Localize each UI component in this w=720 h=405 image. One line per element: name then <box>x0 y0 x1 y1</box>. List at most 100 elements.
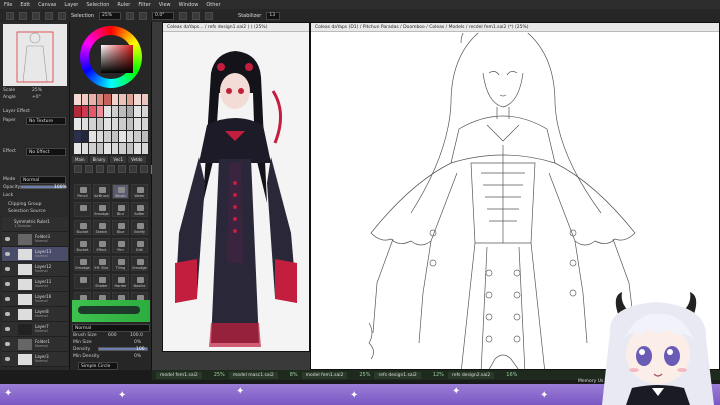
select-tool-icon[interactable] <box>74 165 82 173</box>
undo-button[interactable] <box>6 11 14 20</box>
tool-cell[interactable]: Blue <box>112 220 129 235</box>
tab-document[interactable]: model fem1.sai2 <box>301 371 348 379</box>
swatch-palette[interactable] <box>74 94 148 154</box>
clipping-group-checkbox[interactable]: Clipping Group <box>8 202 41 207</box>
redo-button[interactable] <box>19 11 27 20</box>
menu-view[interactable]: View <box>159 2 171 8</box>
eye-icon[interactable] <box>5 267 10 271</box>
tab-vec1[interactable]: Vec1 <box>110 156 127 163</box>
tool-cell[interactable]: Eddify <box>131 220 148 235</box>
tool-cell[interactable]: Smudge <box>74 256 91 271</box>
move-tool-icon[interactable] <box>107 165 115 173</box>
eye-icon[interactable] <box>5 252 10 256</box>
eye-icon[interactable] <box>5 237 10 241</box>
tool-cell[interactable]: Blur <box>112 202 129 217</box>
tool-cell[interactable]: Water <box>131 184 148 199</box>
menu-window[interactable]: Window <box>179 2 199 8</box>
tool-cell[interactable]: Nasihe <box>131 274 148 289</box>
zoom-in-button[interactable] <box>139 11 148 20</box>
flip-button[interactable] <box>205 11 214 20</box>
tab-document[interactable]: model fem1.sai2 <box>156 371 202 379</box>
zoom-field[interactable]: 25% <box>99 11 122 20</box>
tab-document[interactable]: model masc1.sai2 <box>228 371 278 379</box>
tool-cell[interactable]: Pen <box>112 238 129 253</box>
layer-row[interactable]: Symmetric Ruler1 1 Division <box>2 217 68 232</box>
magic-wand-icon[interactable] <box>96 165 104 173</box>
zoom-tool-icon[interactable] <box>118 165 126 173</box>
tab-document[interactable]: refs design2.sai2 <box>447 371 495 379</box>
layer-row[interactable]: Layer16 Normal <box>2 292 68 307</box>
menu-edit[interactable]: Edit <box>20 2 30 8</box>
paper-select[interactable]: No Texture <box>26 117 66 125</box>
brush-mode-select[interactable]: Normal <box>72 324 150 332</box>
tool-cell[interactable]: Brush <box>112 184 129 199</box>
show-selection-button[interactable] <box>58 11 66 20</box>
effect-select[interactable]: No Effect <box>26 148 66 156</box>
deselect-button[interactable] <box>32 11 40 20</box>
tool-cell[interactable]: Bucket <box>74 238 91 253</box>
tool-cell[interactable]: AirBrush <box>93 184 110 199</box>
tool-cell[interactable] <box>74 202 91 217</box>
zoom-out-button[interactable] <box>126 11 135 20</box>
invert-selection-button[interactable] <box>45 11 53 20</box>
layer-row[interactable]: Layer7 Normal <box>2 322 68 337</box>
selection-source-checkbox[interactable]: Selection Source <box>8 209 46 214</box>
eye-icon[interactable] <box>5 297 10 301</box>
menu-filter[interactable]: Filter <box>138 2 150 8</box>
tool-cell[interactable]: Tiling <box>112 256 129 271</box>
layer-mode: 1 Division <box>14 224 32 228</box>
tool-cell[interactable]: Smudge <box>131 256 148 271</box>
layer-row[interactable]: Folder3 Normal <box>2 232 68 247</box>
brush-shape-select[interactable]: Simple Circle <box>78 362 118 370</box>
layer-row[interactable]: Layer12 Normal <box>2 262 68 277</box>
hand-tool-icon[interactable] <box>140 165 148 173</box>
tool-cell[interactable]: Edit <box>131 238 148 253</box>
tab-vetdo[interactable]: Vetdo <box>128 156 146 163</box>
tool-cell[interactable]: Softer <box>131 202 148 217</box>
tool-cell[interactable]: Effect <box>93 238 110 253</box>
menu-layer[interactable]: Layer <box>64 2 78 8</box>
rotate-tool-icon[interactable] <box>129 165 137 173</box>
menu-canvas[interactable]: Canvas <box>38 2 56 8</box>
eye-icon[interactable] <box>5 282 10 286</box>
canvas-window-reference[interactable]: Coleas daYaps... / refs design1.sai2 ( )… <box>162 22 310 352</box>
layer-row[interactable]: Layer13 Normal <box>2 247 68 262</box>
menu-other[interactable]: Other <box>206 2 220 8</box>
tab-binary[interactable]: Binary <box>89 156 109 163</box>
navigator-preview[interactable] <box>3 24 67 86</box>
layer-row[interactable]: Layer3 Normal <box>2 352 68 367</box>
eye-icon[interactable] <box>5 342 10 346</box>
tool-cell[interactable]: Shader <box>93 274 110 289</box>
density-value: 100 <box>136 347 145 352</box>
layer-row[interactable]: Layer8 Normal <box>2 307 68 322</box>
menu-selection[interactable]: Selection <box>86 2 109 8</box>
tool-cell[interactable] <box>74 274 91 289</box>
tool-cell[interactable]: Bucket <box>74 220 91 235</box>
tool-cell[interactable]: Pencil <box>74 184 91 199</box>
lasso-tool-icon[interactable] <box>85 165 93 173</box>
layer-row[interactable]: Layer11 Normal <box>2 277 68 292</box>
menu-ruler[interactable]: Ruler <box>117 2 130 8</box>
eye-icon[interactable] <box>5 327 10 331</box>
color-wheel[interactable] <box>80 26 142 88</box>
saturation-value-square[interactable] <box>101 45 133 73</box>
tool-cell[interactable]: Eff. Blur <box>93 256 110 271</box>
layer-row[interactable]: Folder1 Normal <box>2 337 68 352</box>
eye-icon[interactable] <box>5 357 10 361</box>
blend-mode-select[interactable]: Normal <box>20 176 66 184</box>
min-density-value: 0% <box>134 354 142 359</box>
rotate-right-button[interactable] <box>192 11 201 20</box>
rotate-left-button[interactable] <box>179 11 188 20</box>
rotation-field[interactable]: 0.0° <box>152 11 175 20</box>
tool-cell[interactable]: Smudge <box>93 202 110 217</box>
tab-main[interactable]: Main <box>72 156 88 163</box>
brush-size-value: 600 <box>108 333 117 338</box>
tab-document[interactable]: refs design1.sai2 <box>374 371 421 379</box>
tool-cell[interactable]: Sketch <box>93 220 110 235</box>
menu-file[interactable]: File <box>4 2 12 8</box>
tab-zoom: 25% <box>359 372 371 378</box>
tool-cell[interactable]: Harder <box>112 274 129 289</box>
paper-label: Paper <box>3 118 16 123</box>
stabilizer-select[interactable]: 13 <box>266 11 281 20</box>
eye-icon[interactable] <box>5 312 10 316</box>
